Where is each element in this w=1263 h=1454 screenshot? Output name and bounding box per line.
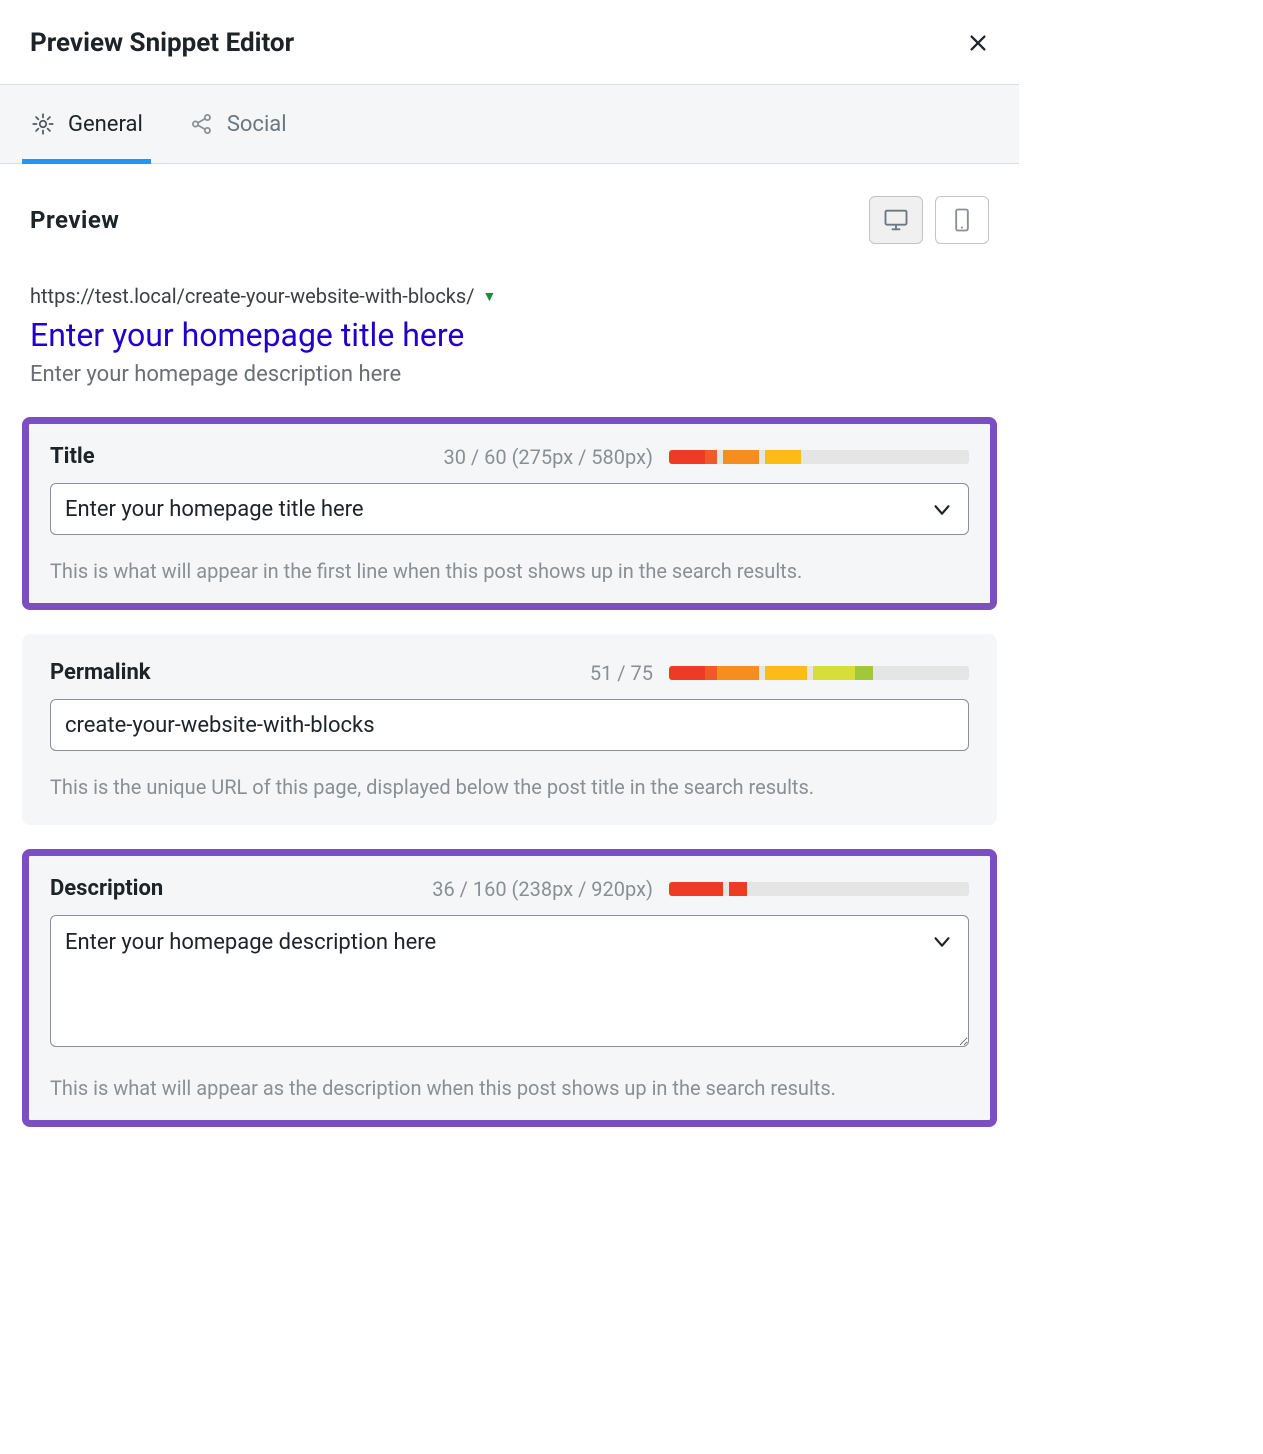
device-mobile-button[interactable] xyxy=(935,196,989,244)
chevron-down-icon xyxy=(931,931,953,953)
title-label: Title xyxy=(50,444,95,469)
title-input[interactable] xyxy=(50,483,969,535)
share-icon xyxy=(189,111,215,137)
title-meter xyxy=(669,450,969,464)
permalink-label: Permalink xyxy=(50,660,151,685)
description-variables-toggle[interactable] xyxy=(929,929,955,955)
tab-label: Social xyxy=(227,112,287,137)
close-icon xyxy=(967,32,989,54)
description-textarea[interactable] xyxy=(50,915,969,1047)
device-desktop-button[interactable] xyxy=(869,196,923,244)
tab-label: General xyxy=(68,112,143,137)
description-helper: This is what will appear as the descript… xyxy=(50,1076,969,1100)
title-helper: This is what will appear in the first li… xyxy=(50,559,969,583)
chevron-down-icon xyxy=(931,499,953,521)
title-counter: 30 / 60 (275px / 580px) xyxy=(443,445,653,469)
title-variables-toggle[interactable] xyxy=(929,497,955,523)
preview-header-row: Preview xyxy=(0,164,1019,264)
permalink-helper: This is the unique URL of this page, dis… xyxy=(50,775,969,799)
description-meter xyxy=(669,882,969,896)
description-card: Description 36 / 160 (238px / 920px) Thi… xyxy=(22,849,997,1127)
description-label: Description xyxy=(50,876,163,901)
serp-description: Enter your homepage description here xyxy=(30,362,989,387)
caret-down-icon[interactable]: ▼ xyxy=(483,288,497,305)
close-button[interactable] xyxy=(967,32,989,54)
tab-bar: General Social xyxy=(0,85,1019,164)
serp-url-row: https://test.local/create-your-website-w… xyxy=(30,284,989,308)
serp-preview: https://test.local/create-your-website-w… xyxy=(0,264,1019,417)
gear-icon xyxy=(30,111,56,137)
modal-header: Preview Snippet Editor xyxy=(0,0,1019,85)
serp-title: Enter your homepage title here xyxy=(30,316,989,354)
preview-heading: Preview xyxy=(30,206,119,234)
permalink-counter: 51 / 75 xyxy=(590,661,653,685)
modal-title: Preview Snippet Editor xyxy=(30,28,294,58)
mobile-icon xyxy=(948,206,976,234)
permalink-card: Permalink 51 / 75 This is the unique URL… xyxy=(22,634,997,825)
serp-url-text: https://test.local/create-your-website-w… xyxy=(30,284,475,308)
device-toggle xyxy=(869,196,989,244)
tab-general[interactable]: General xyxy=(30,85,143,163)
title-card: Title 30 / 60 (275px / 580px) This is wh… xyxy=(22,417,997,610)
permalink-meter xyxy=(669,666,969,680)
description-counter: 36 / 160 (238px / 920px) xyxy=(432,877,653,901)
permalink-input[interactable] xyxy=(50,699,969,751)
tab-social[interactable]: Social xyxy=(189,85,287,163)
desktop-icon xyxy=(882,206,910,234)
